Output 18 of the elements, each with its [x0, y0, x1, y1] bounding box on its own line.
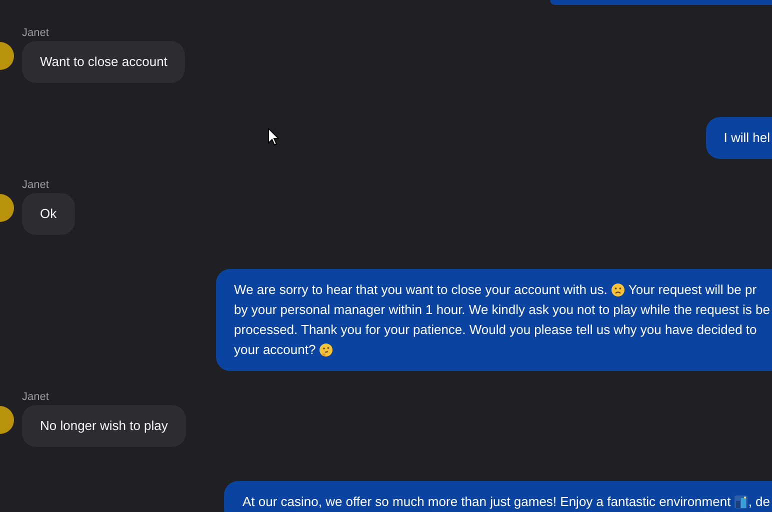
sender-name: Janet — [22, 390, 49, 405]
city-night-icon — [734, 495, 748, 509]
message-text: , de — [748, 493, 770, 511]
message-text: your account? — [234, 341, 317, 359]
message-text: Your request will be pr — [627, 281, 757, 299]
message-text: by your personal manager within 1 hour. We kindly ask you not to play while the request is be — [234, 301, 770, 319]
thinking-face-icon — [319, 343, 334, 357]
message-text: Ok — [40, 205, 57, 223]
message-text: I will hel — [724, 129, 770, 147]
frowning-face-icon — [611, 283, 625, 297]
message-text: No longer wish to play — [40, 417, 168, 435]
mouse-cursor-icon — [268, 128, 279, 146]
sender-name: Janet — [22, 26, 49, 41]
message-text: Want to close account — [40, 53, 168, 71]
message-text: We are sorry to hear that you want to close your account with us. — [234, 281, 608, 299]
message-text: At our casino, we offer so much more than just games! Enjoy a fantastic environment — [242, 493, 732, 511]
sender-name: Janet — [22, 178, 49, 193]
message-text: processed. Thank you for your patience. Would you please tell us why you have decided to — [234, 321, 757, 339]
